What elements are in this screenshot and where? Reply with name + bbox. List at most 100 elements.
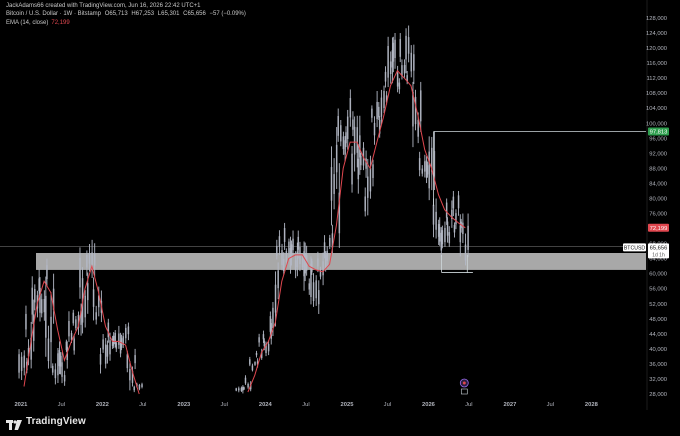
candle-body (328, 237, 331, 247)
price-tick: 100,000 (646, 121, 667, 127)
price-tick: 84,000 (649, 181, 667, 187)
candle-body (115, 342, 118, 349)
time-tick: 2023 (177, 402, 191, 408)
ema-legend[interactable]: EMA (14, close) 72,199 (6, 20, 70, 27)
candle-body (455, 213, 457, 225)
candle-body (247, 384, 249, 388)
candle-body (453, 225, 456, 233)
candle-body (102, 339, 104, 350)
candle-body (292, 238, 294, 251)
candle-body (79, 257, 81, 288)
time-tick: 2028 (585, 402, 599, 408)
ohlc-close: C65,656 (183, 11, 206, 17)
candle-body (54, 369, 57, 379)
candle-body (384, 71, 387, 82)
candle-body (129, 368, 131, 381)
candle-body (394, 39, 396, 59)
price-tick: 108,000 (646, 91, 667, 97)
candle-body (88, 253, 91, 264)
candle-body (65, 341, 68, 350)
price-tick: 52,000 (649, 302, 667, 308)
candle-body (51, 365, 54, 373)
candle-body (106, 345, 109, 357)
candle-body (23, 355, 26, 368)
candle-body (249, 359, 251, 365)
candle-body (278, 236, 281, 247)
candle-body (441, 230, 444, 245)
candle-body (269, 316, 272, 332)
candle-body (335, 144, 338, 173)
candle-body (346, 116, 349, 140)
time-tick: 2026 (422, 402, 436, 408)
candle-body (38, 278, 40, 291)
candle-body (317, 258, 319, 267)
candle-body (424, 161, 426, 172)
support-zone[interactable] (36, 253, 646, 270)
ohlc-change: −57 (−0.09%) (209, 11, 246, 17)
candle-body (389, 61, 392, 74)
candle-body (127, 326, 130, 335)
price-tick: 40,000 (649, 347, 667, 353)
candle-body (380, 97, 383, 117)
candle-body (410, 52, 413, 72)
tradingview-brand: TradingView (26, 416, 86, 427)
candle-body (242, 386, 244, 391)
candle-body (281, 250, 283, 266)
candle-body (344, 140, 346, 155)
candle-body (92, 289, 95, 307)
candle-body (255, 353, 258, 356)
candle-body (299, 246, 301, 265)
time-axis[interactable]: 2021 Jul 2022 Jul 2023 Jul 2024 Jul 2025 Jul 2026 J… (14, 402, 598, 408)
candle-body (134, 355, 136, 364)
candle-body (432, 204, 435, 225)
candle-body (387, 46, 389, 78)
candle-body (276, 245, 278, 256)
candle-body (364, 196, 367, 212)
candle-body (372, 164, 374, 178)
tradingview-logo[interactable]: TradingView (6, 416, 86, 430)
candle-body (63, 375, 66, 382)
candle-body (73, 338, 75, 351)
candle-body (282, 258, 285, 271)
candle-body (333, 174, 335, 194)
candle-body (86, 283, 89, 301)
price-tick: 60,000 (649, 272, 667, 278)
candle-body (86, 254, 88, 268)
candle-body (357, 158, 360, 180)
candle-body (254, 362, 256, 365)
candle-body (310, 263, 312, 297)
candle-body (428, 151, 430, 189)
candle-body (267, 344, 270, 352)
candle-body (452, 196, 455, 209)
candle-body (308, 283, 311, 290)
time-tick: Jul (302, 402, 309, 408)
candle-body (138, 385, 141, 389)
candle-body (133, 386, 136, 391)
candle-body (405, 35, 407, 60)
candle-body (61, 362, 63, 377)
candle-body (112, 335, 115, 345)
ohlc-low: L65,301 (157, 11, 180, 17)
candle-body (353, 126, 356, 155)
candle-body (68, 321, 70, 337)
price-chart[interactable]: 128,000 124,000 120,000 116,000 112,000 108,0… (0, 0, 680, 436)
candle-body (72, 312, 75, 324)
candle-body (262, 334, 265, 340)
candle-body (421, 168, 424, 174)
candle-body (391, 50, 394, 68)
candle-body (43, 298, 46, 313)
candle-body (330, 167, 333, 201)
candle-body (444, 227, 446, 243)
candle-body (398, 82, 401, 90)
symbol-ohlc-line: Bitcoin / U.S. Dollar · 1W · Bitstamp O6… (6, 11, 248, 18)
symbol-name[interactable]: Bitcoin / U.S. Dollar · 1W · Bitstamp (6, 11, 101, 17)
candle-body (47, 338, 50, 362)
candle-body (251, 365, 254, 371)
candle-body (75, 319, 77, 329)
candle-body (342, 136, 345, 150)
price-tick: 56,000 (649, 287, 667, 293)
candle-body (322, 261, 324, 276)
price-tick: 120,000 (646, 46, 667, 52)
level-label-97813: 97,813 (650, 130, 668, 136)
candle-body (418, 158, 421, 171)
